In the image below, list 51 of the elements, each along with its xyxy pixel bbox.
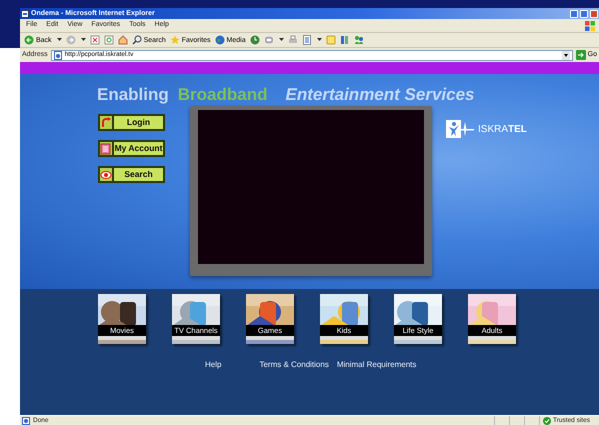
note-icon — [326, 35, 336, 45]
mail-button[interactable] — [264, 35, 284, 45]
forward-arrow-button[interactable] — [66, 35, 86, 45]
logo-text: ISKRATEL — [478, 122, 527, 136]
globe-icon — [214, 35, 225, 45]
dropdown-arrow-icon — [562, 50, 570, 60]
printer-button[interactable] — [288, 35, 298, 45]
history-button[interactable] — [250, 35, 260, 45]
headline-text: Entertainment Services — [286, 85, 474, 105]
footer-link[interactable]: Terms & Conditions — [259, 359, 329, 371]
refresh-icon — [104, 35, 114, 45]
stop-button[interactable] — [90, 35, 100, 45]
figure-logo-icon — [445, 118, 475, 140]
search-icon — [132, 35, 142, 45]
headline-text: Broadband — [178, 85, 268, 105]
notepad-icon — [100, 142, 112, 154]
star-icon — [170, 35, 180, 45]
history-icon — [250, 35, 260, 45]
footer-link[interactable]: Minimal Requirements — [336, 359, 416, 371]
home-button[interactable] — [118, 35, 128, 45]
books-button[interactable] — [340, 35, 350, 45]
stop-icon — [90, 35, 100, 45]
close-button[interactable] — [590, 10, 598, 18]
books-icon — [340, 35, 350, 45]
headline-text: Enabling — [97, 85, 169, 105]
forward-arrow-icon — [66, 35, 76, 45]
caret-icon — [80, 38, 86, 42]
document-button[interactable] — [302, 35, 322, 45]
eye-icon — [100, 168, 112, 180]
page-icon — [54, 50, 62, 60]
account-button[interactable]: My Account — [98, 140, 165, 157]
caret-icon — [278, 38, 284, 42]
people-icon — [354, 35, 364, 45]
caret-icon — [316, 38, 322, 42]
minimize-button[interactable] — [570, 10, 578, 18]
restore-button[interactable] — [580, 10, 588, 18]
home-icon — [118, 35, 128, 45]
back-arrow-icon — [24, 35, 34, 45]
search-button[interactable]: Search — [98, 166, 165, 183]
windows-logo-icon — [585, 20, 595, 30]
curved-arrow-icon — [100, 116, 112, 128]
refresh-button[interactable] — [104, 35, 114, 45]
people-button[interactable] — [354, 35, 364, 45]
mail-icon — [264, 35, 274, 45]
caret-icon — [56, 38, 62, 42]
document-icon — [302, 35, 312, 45]
browser-icon — [21, 10, 29, 18]
printer-icon — [288, 35, 298, 45]
login-button[interactable]: Login — [98, 114, 165, 131]
go-arrow-icon — [576, 50, 586, 60]
footer-link[interactable]: Help — [205, 359, 222, 371]
